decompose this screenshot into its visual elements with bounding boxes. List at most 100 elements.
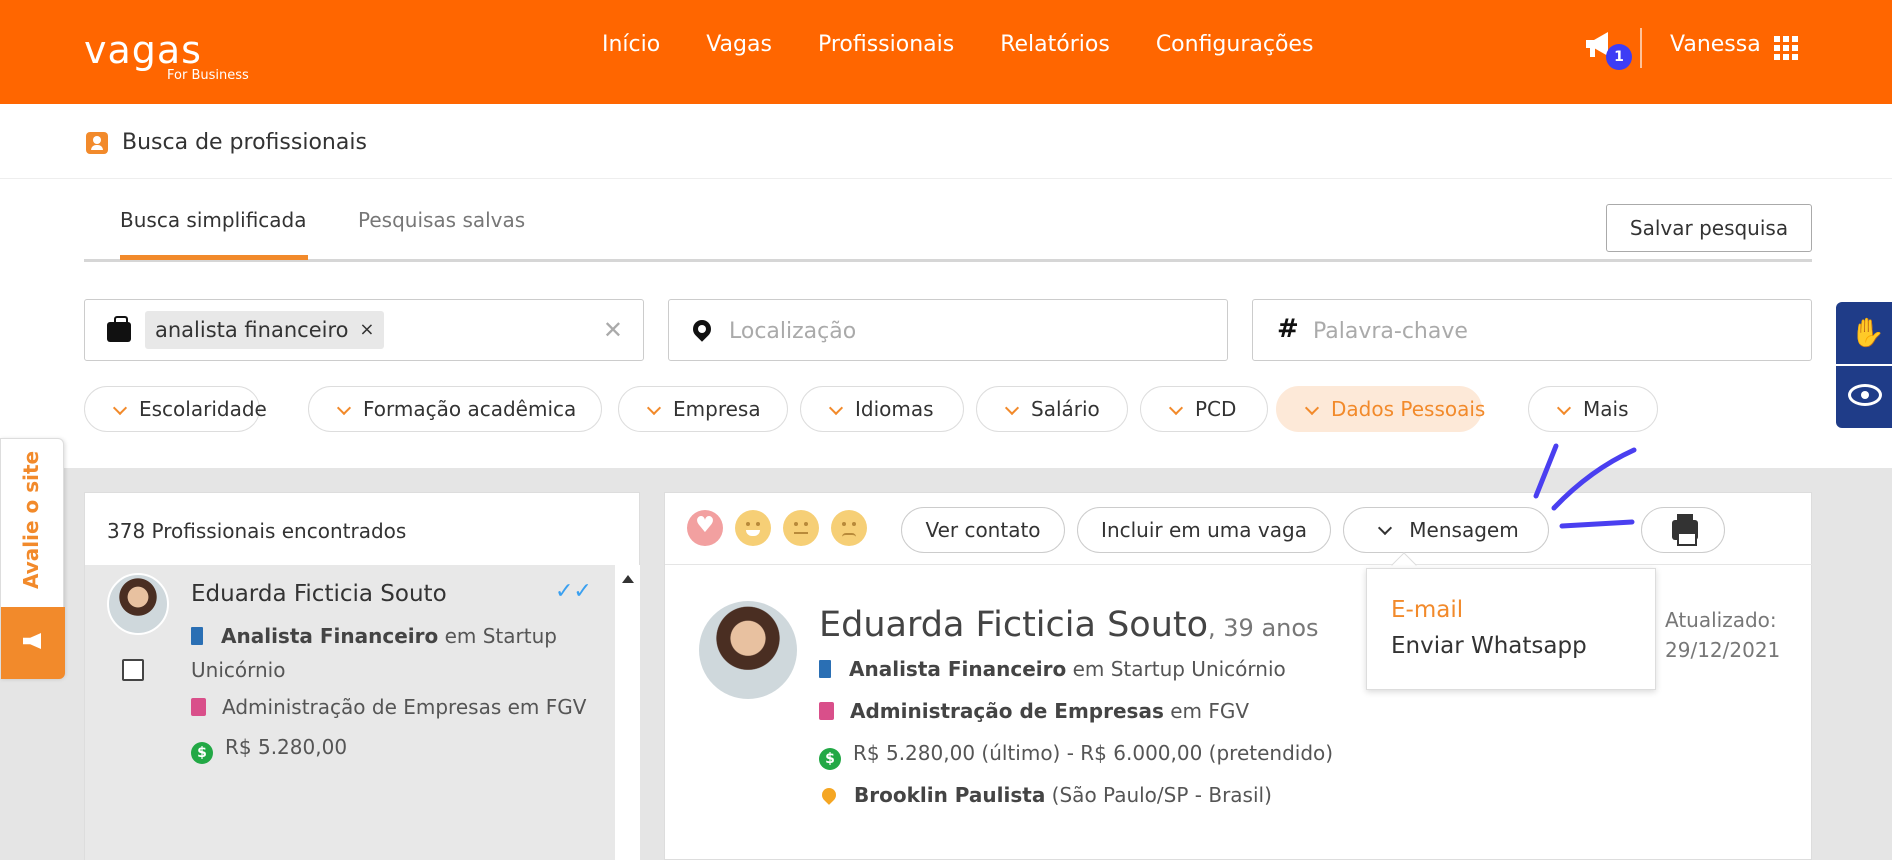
hashtag-icon: # xyxy=(1277,314,1299,344)
main-nav: Início Vagas Profissionais Relatórios Co… xyxy=(602,32,1359,57)
dollar-icon: $ xyxy=(819,748,841,770)
filter-escolaridade[interactable]: Escolaridade xyxy=(84,386,267,432)
print-button[interactable] xyxy=(1641,507,1725,553)
header-divider xyxy=(0,178,1892,179)
detail-education-school: em FGV xyxy=(1163,699,1250,723)
candidate-salary: $ R$ 5.280,00 xyxy=(191,735,347,764)
chevron-down-icon xyxy=(1377,520,1393,536)
sad-face-icon[interactable] xyxy=(831,510,867,546)
user-card-icon xyxy=(86,131,108,154)
list-scrollbar[interactable] xyxy=(615,565,640,860)
results-list-panel: 378 Profissionais encontrados Eduarda Fi… xyxy=(84,492,640,860)
filter-label: PCD xyxy=(1195,397,1237,421)
detail-location-neighborhood: Brooklin Paulista xyxy=(854,783,1046,807)
user-menu[interactable]: Vanessa xyxy=(1670,32,1761,57)
avatar xyxy=(107,573,169,635)
detail-education: Administração de Empresas em FGV xyxy=(819,699,1249,723)
detail-location-city: (São Paulo/SP - Brasil) xyxy=(1045,783,1272,807)
filter-label: Dados Pessoais xyxy=(1331,397,1486,421)
apps-grid-icon[interactable] xyxy=(1774,36,1798,60)
filter-label: Empresa xyxy=(673,397,761,421)
nav-vagas[interactable]: Vagas xyxy=(706,32,772,57)
eye-icon[interactable] xyxy=(1848,384,1882,406)
vagas-logo[interactable]: vagas For Business xyxy=(84,28,249,83)
filter-pcd[interactable]: PCD xyxy=(1140,386,1268,432)
nav-inicio[interactable]: Início xyxy=(602,32,660,57)
detail-education-course: Administração de Empresas xyxy=(850,699,1164,723)
candidate-education: Administração de Empresas em FGV xyxy=(191,695,586,719)
message-button[interactable]: Mensagem xyxy=(1343,507,1549,553)
include-in-job-button[interactable]: Incluir em uma vaga xyxy=(1077,507,1331,553)
accessibility-widget: ✋ xyxy=(1836,302,1892,428)
save-search-button[interactable]: Salvar pesquisa xyxy=(1606,204,1812,252)
filter-salario[interactable]: Salário xyxy=(976,386,1128,432)
building-icon xyxy=(191,627,203,645)
scroll-up-icon[interactable] xyxy=(622,575,634,583)
filter-formacao-academica[interactable]: Formação acadêmica xyxy=(308,386,602,432)
megaphone-icon xyxy=(23,633,41,649)
filter-mais[interactable]: Mais xyxy=(1528,386,1658,432)
widget-separator xyxy=(1836,364,1892,366)
role-title: Analista Financeiro xyxy=(221,624,439,648)
menu-item-email[interactable]: E-mail xyxy=(1391,597,1463,623)
updated-info: Atualizado: 29/12/2021 xyxy=(1665,605,1780,665)
filter-label: Idiomas xyxy=(855,397,934,421)
detail-name-text: Eduarda Ficticia Souto xyxy=(819,605,1209,645)
updated-date: 29/12/2021 xyxy=(1665,638,1781,662)
filter-label: Formação acadêmica xyxy=(363,397,577,421)
search-tabs: Busca simplificada Pesquisas salvas xyxy=(84,204,1812,262)
chevron-down-icon xyxy=(336,400,352,416)
keyword-input[interactable] xyxy=(1313,312,1783,350)
chevron-down-icon xyxy=(1304,400,1320,416)
position-search-field[interactable]: analista financeiro × ✕ xyxy=(84,299,644,361)
detail-age: , 39 anos xyxy=(1208,614,1319,642)
feedback-button[interactable] xyxy=(1,607,65,679)
dollar-icon: $ xyxy=(191,742,213,764)
clear-field-icon[interactable]: ✕ xyxy=(603,316,623,344)
megaphone-icon[interactable]: 1 xyxy=(1584,30,1632,70)
view-contact-button[interactable]: Ver contato xyxy=(901,507,1065,553)
detail-location: Brooklin Paulista (São Paulo/SP - Brasil… xyxy=(819,783,1272,807)
nav-relatorios[interactable]: Relatórios xyxy=(1000,32,1110,57)
detail-salary-text: R$ 5.280,00 (último) - R$ 6.000,00 (pret… xyxy=(853,741,1334,765)
happy-face-icon[interactable] xyxy=(735,510,771,546)
chevron-down-icon xyxy=(112,400,128,416)
chevron-down-icon xyxy=(1004,400,1020,416)
candidate-name[interactable]: Eduarda Ficticia Souto xyxy=(191,581,447,607)
feedback-tab[interactable]: Avalie o site xyxy=(0,438,65,679)
detail-candidate-name: Eduarda Ficticia Souto, 39 anos xyxy=(819,605,1319,645)
location-pin-icon xyxy=(819,785,839,805)
remove-chip-icon[interactable]: × xyxy=(359,311,374,349)
filter-empresa[interactable]: Empresa xyxy=(618,386,788,432)
salary-text: R$ 5.280,00 xyxy=(225,735,348,759)
neutral-face-icon[interactable] xyxy=(783,510,819,546)
building-icon xyxy=(819,660,831,678)
filter-dados-pessoais[interactable]: Dados Pessoais xyxy=(1276,386,1486,432)
filter-label: Mais xyxy=(1583,397,1629,421)
book-icon xyxy=(819,702,834,720)
nav-configuracoes[interactable]: Configurações xyxy=(1156,32,1314,57)
candidate-role: Analista Financeiro em Startup Unicórnio xyxy=(191,619,591,687)
tab-pesquisas-salvas[interactable]: Pesquisas salvas xyxy=(358,208,525,232)
avatar xyxy=(699,601,797,699)
logo-text: vagas xyxy=(84,28,202,72)
filter-label: Escolaridade xyxy=(139,397,267,421)
menu-item-whatsapp[interactable]: Enviar Whatsapp xyxy=(1391,633,1587,659)
detail-role-title: Analista Financeiro xyxy=(849,657,1067,681)
header-separator xyxy=(1640,28,1642,68)
book-icon xyxy=(191,698,206,716)
nav-profissionais[interactable]: Profissionais xyxy=(818,32,954,57)
tab-busca-simplificada[interactable]: Busca simplificada xyxy=(120,208,307,232)
location-search-field xyxy=(668,299,1228,361)
filter-idiomas[interactable]: Idiomas xyxy=(800,386,964,432)
select-candidate-checkbox[interactable] xyxy=(122,659,144,681)
logo-subtitle: For Business xyxy=(167,68,249,83)
heart-icon[interactable] xyxy=(687,510,723,546)
updated-label: Atualizado: xyxy=(1665,608,1777,632)
sign-language-icon[interactable]: ✋ xyxy=(1850,316,1885,349)
top-navbar: vagas For Business Início Vagas Profissi… xyxy=(0,0,1892,104)
location-input[interactable] xyxy=(729,312,1199,350)
position-chip: analista financeiro × xyxy=(145,311,385,349)
printer-icon xyxy=(1672,514,1698,546)
location-pin-icon xyxy=(689,316,715,342)
